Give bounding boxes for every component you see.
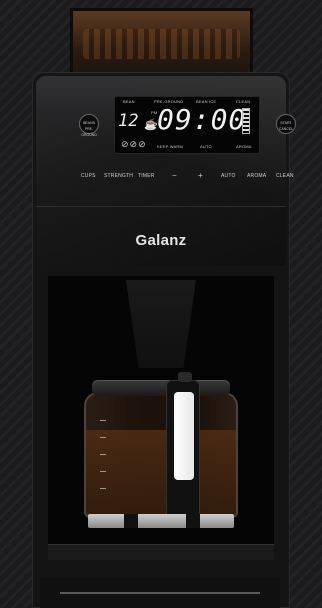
- strength-beans-icon: ⊘⊘⊘: [121, 139, 147, 149]
- handle-window: [174, 392, 194, 480]
- indicator-keep-warm: KEEP WARM: [157, 144, 184, 149]
- level-mark: [100, 471, 106, 472]
- level-mark: [100, 420, 106, 421]
- carafe-coffee: [86, 430, 236, 516]
- cancel-label: CANCEL: [278, 127, 294, 131]
- clock-readout: 09:00: [157, 103, 247, 136]
- minus-button[interactable]: −: [172, 171, 177, 180]
- plus-button[interactable]: +: [198, 171, 203, 180]
- panel-divider: [36, 206, 286, 207]
- base-gap: [186, 514, 200, 528]
- carafe-lid: [92, 380, 230, 396]
- aroma-button[interactable]: AROMA: [247, 173, 266, 179]
- indicator-bean: BEAN: [123, 99, 135, 104]
- start-cancel-button[interactable]: START CANCEL: [276, 114, 296, 134]
- level-mark: [100, 488, 106, 489]
- indicator-auto: AUTO: [200, 144, 212, 149]
- level-bar-icon: [242, 108, 250, 134]
- foot-trim: [60, 592, 260, 594]
- brand-logo: Galanz: [135, 232, 187, 249]
- bean-preground-button[interactable]: BEANS PRE-GROUND: [79, 114, 99, 137]
- cups-readout: 12: [118, 111, 139, 131]
- level-mark: [100, 454, 106, 455]
- cup-icon: ☕: [144, 119, 158, 131]
- base-gap: [124, 514, 138, 528]
- timer-button[interactable]: TIMER: [138, 173, 155, 179]
- clean-button[interactable]: CLEAN: [276, 173, 294, 179]
- preground-button-label: PRE-GROUND: [81, 127, 97, 137]
- indicator-aroma: AROMA: [236, 144, 252, 149]
- lid-knob: [178, 372, 192, 382]
- strength-button[interactable]: STRENGTH: [104, 173, 133, 179]
- auto-button[interactable]: AUTO: [221, 173, 236, 179]
- carafe-base-band: [88, 514, 234, 528]
- level-mark: [100, 437, 106, 438]
- cups-button[interactable]: CUPS: [81, 173, 96, 179]
- warming-plate: [48, 544, 274, 560]
